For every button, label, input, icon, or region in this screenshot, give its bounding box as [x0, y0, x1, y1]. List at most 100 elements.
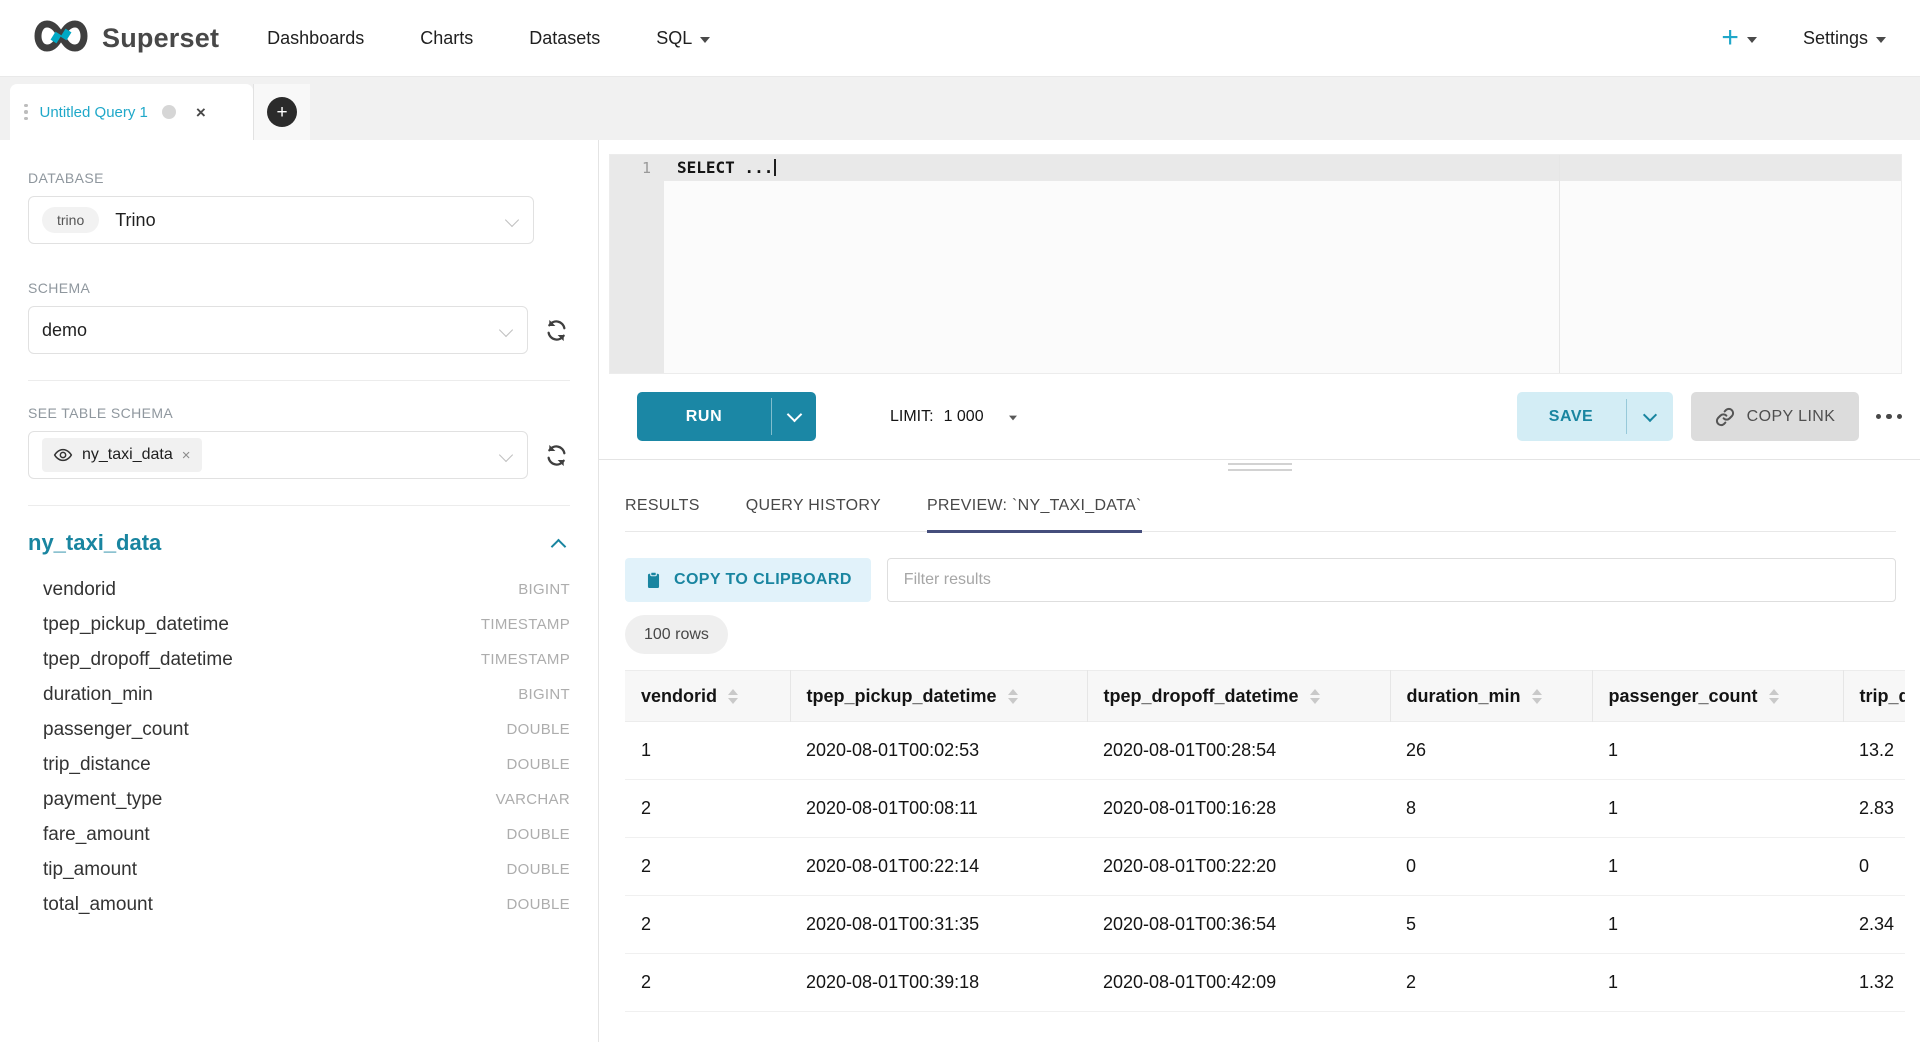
column-type: DOUBLE — [507, 861, 571, 878]
sort-icon[interactable] — [1008, 689, 1018, 704]
database-backend-badge: trino — [42, 207, 99, 233]
nav-datasets[interactable]: Datasets — [529, 28, 600, 49]
table-select[interactable]: ny_taxi_data × — [28, 431, 528, 479]
pane-splitter[interactable] — [599, 459, 1920, 460]
refresh-tables-button[interactable] — [542, 441, 570, 469]
schema-column-row[interactable]: vendoridBIGINT — [28, 572, 570, 607]
table-schema-title[interactable]: ny_taxi_data — [28, 530, 161, 556]
schema-column-row[interactable]: tip_amountDOUBLE — [28, 852, 570, 887]
row-count-badge: 100 rows — [625, 615, 728, 654]
table-cell: 1 — [1592, 780, 1843, 838]
tab-query-history[interactable]: QUERY HISTORY — [746, 480, 881, 532]
column-type: DOUBLE — [507, 756, 571, 773]
sidebar-divider — [28, 505, 570, 506]
filter-results-input[interactable] — [887, 558, 1896, 602]
main-nav: Dashboards Charts Datasets SQL — [267, 28, 710, 49]
superset-logo[interactable]: Superset — [30, 19, 219, 58]
database-select[interactable]: trino Trino — [28, 196, 534, 244]
run-button[interactable]: RUN — [637, 392, 816, 441]
schema-column-row[interactable]: trip_distance DOUBLE — [28, 747, 570, 782]
refresh-icon — [543, 442, 570, 469]
schema-column-row[interactable]: fare_amountDOUBLE — [28, 817, 570, 852]
tab-preview-table[interactable]: PREVIEW: `NY_TAXI_DATA` — [927, 480, 1142, 532]
run-label[interactable]: RUN — [637, 392, 771, 441]
table-cell: 2 — [625, 896, 790, 954]
tab-results[interactable]: RESULTS — [625, 480, 700, 532]
sql-editor[interactable]: 1 SELECT ... — [609, 154, 1902, 374]
sort-icon[interactable] — [1310, 689, 1320, 704]
table-cell: 0 — [1390, 838, 1592, 896]
schema-column-row[interactable]: duration_minBIGINT — [28, 677, 570, 712]
infinity-logo-icon — [30, 19, 92, 58]
column-name: trip_distance — [43, 754, 151, 776]
sort-icon[interactable] — [728, 689, 738, 704]
column-header[interactable]: duration_min — [1390, 671, 1592, 722]
nav-charts[interactable]: Charts — [420, 28, 473, 49]
close-tab-icon[interactable]: × — [196, 104, 206, 121]
schema-column-row[interactable]: passenger_countDOUBLE — [28, 712, 570, 747]
sort-icon[interactable] — [1769, 689, 1779, 704]
column-name: fare_amount — [43, 824, 150, 846]
query-tab-title[interactable]: Untitled Query 1 — [40, 104, 148, 121]
column-name: tpep_dropoff_datetime — [43, 649, 233, 671]
copy-to-clipboard-button[interactable]: COPY TO CLIPBOARD — [625, 558, 871, 602]
sql-lab-main: 1 SELECT ... RUN LIMIT: 1 000 SAVE — [599, 140, 1920, 1042]
table-schema-label: SEE TABLE SCHEMA — [28, 405, 570, 421]
save-options-button[interactable] — [1627, 392, 1673, 441]
schema-column-row[interactable]: total_amountDOUBLE — [28, 887, 570, 922]
save-label[interactable]: SAVE — [1517, 392, 1626, 441]
chevron-down-icon — [499, 323, 513, 337]
preview-table-wrap[interactable]: vendorid tpep_pickup_datetime tpep_dropoff… — [625, 670, 1905, 1016]
collapse-chevron-up-icon[interactable] — [551, 538, 567, 554]
column-header[interactable]: tpep_pickup_datetime — [790, 671, 1087, 722]
schema-value: demo — [42, 320, 87, 341]
sort-icon[interactable] — [1532, 689, 1542, 704]
table-cell: 2.83 — [1843, 780, 1905, 838]
table-cell: 2020-08-01T00:31:35 — [790, 896, 1087, 954]
drag-handle-icon[interactable] — [24, 104, 28, 121]
top-navbar: Superset Dashboards Charts Datasets SQL … — [0, 0, 1920, 77]
code-line[interactable]: SELECT ... — [664, 155, 776, 181]
sql-lab-page: Superset Dashboards Charts Datasets SQL … — [0, 0, 1920, 1042]
query-tab-active[interactable]: Untitled Query 1 × — [10, 84, 253, 140]
table-cell: 5 — [1390, 896, 1592, 954]
column-header-label: tpep_dropoff_datetime — [1104, 686, 1299, 707]
new-item-menu[interactable]: + — [1721, 23, 1757, 53]
nav-sql-menu[interactable]: SQL — [656, 28, 710, 49]
brand-name: Superset — [102, 23, 219, 54]
settings-menu[interactable]: Settings — [1803, 28, 1886, 49]
save-button[interactable]: SAVE — [1517, 392, 1673, 441]
copy-link-label: COPY LINK — [1747, 408, 1836, 426]
refresh-schema-button[interactable] — [542, 316, 570, 344]
limit-dropdown[interactable]: LIMIT: 1 000 — [890, 408, 1018, 426]
table-tag-label: ny_taxi_data — [82, 446, 173, 464]
schema-select[interactable]: demo — [28, 306, 528, 354]
table-row: 22020-08-01T00:08:112020-08-01T00:16:288… — [625, 780, 1905, 838]
table-cell: 2020-08-01T00:22:14 — [790, 838, 1087, 896]
clipboard-icon — [644, 571, 663, 590]
table-cell: 8 — [1390, 780, 1592, 838]
column-header[interactable]: trip_distance — [1843, 671, 1905, 722]
column-header-label: tpep_pickup_datetime — [807, 686, 997, 707]
table-cell: 2020-08-01T00:16:28 — [1087, 780, 1390, 838]
column-header[interactable]: passenger_count — [1592, 671, 1843, 722]
table-cell: 13.2 — [1843, 722, 1905, 780]
remove-table-icon[interactable]: × — [182, 447, 191, 464]
chevron-down-icon — [505, 213, 519, 227]
copy-link-button[interactable]: COPY LINK — [1691, 392, 1859, 441]
sql-lab-sidebar: DATABASE trino Trino SCHEMA demo — [0, 140, 599, 1042]
more-actions-button[interactable] — [1876, 414, 1903, 420]
resize-handle-icon[interactable] — [1228, 463, 1292, 475]
column-type: VARCHAR — [496, 791, 570, 808]
copy-to-clipboard-label: COPY TO CLIPBOARD — [674, 571, 852, 589]
nav-dashboards[interactable]: Dashboards — [267, 28, 364, 49]
selected-table-tag: ny_taxi_data × — [42, 438, 202, 472]
table-cell: 2 — [625, 838, 790, 896]
schema-column-row[interactable]: payment_typeVARCHAR — [28, 782, 570, 817]
schema-column-row[interactable]: tpep_pickup_datetimeTIMESTAMP — [28, 607, 570, 642]
schema-column-row[interactable]: tpep_dropoff_datetimeTIMESTAMP — [28, 642, 570, 677]
column-header[interactable]: tpep_dropoff_datetime — [1087, 671, 1390, 722]
run-options-button[interactable] — [772, 392, 816, 441]
add-tab-icon[interactable]: + — [267, 97, 297, 127]
column-header[interactable]: vendorid — [625, 671, 790, 722]
